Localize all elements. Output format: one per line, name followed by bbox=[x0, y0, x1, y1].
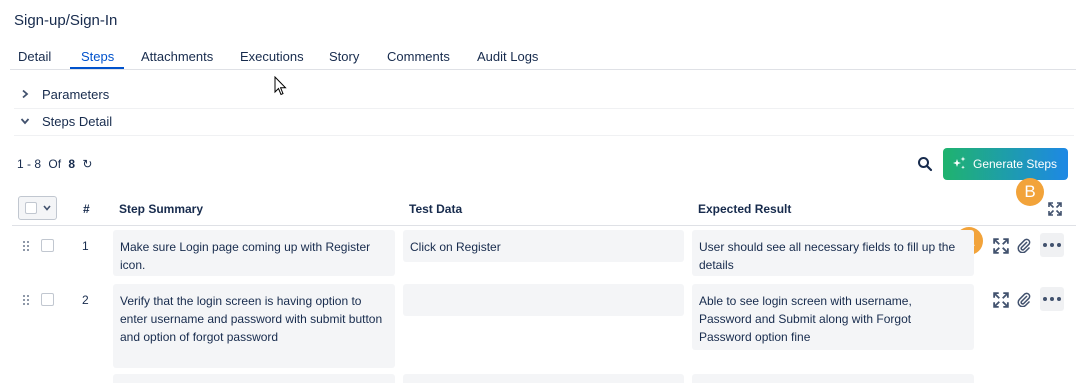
generate-steps-button[interactable]: Generate Steps bbox=[943, 148, 1068, 180]
more-actions-button[interactable] bbox=[1040, 287, 1064, 311]
expected-result-cell[interactable]: Able to see login screen with username, … bbox=[692, 284, 974, 350]
chevron-down-icon bbox=[43, 205, 51, 211]
page-title: Sign-up/Sign-In bbox=[14, 12, 118, 29]
drag-handle-icon[interactable] bbox=[22, 294, 30, 306]
tab-executions[interactable]: Executions bbox=[240, 49, 304, 64]
step-number: 2 bbox=[82, 293, 89, 307]
table-header: # Step Summary Test Data Expected Result bbox=[12, 194, 1076, 226]
expand-row-icon[interactable] bbox=[993, 292, 1009, 308]
step-summary-cell[interactable]: Verify that the login screen is having o… bbox=[113, 284, 395, 368]
expected-result-cell[interactable]: User should see all necessary fields to … bbox=[692, 230, 974, 276]
test-data-cell[interactable]: Click on Register bbox=[403, 230, 684, 262]
steps-detail-label: Steps Detail bbox=[42, 114, 113, 129]
chevron-right-icon bbox=[22, 89, 29, 99]
steps-detail-section-header[interactable]: Steps Detail bbox=[14, 110, 1074, 136]
attachment-icon[interactable] bbox=[1016, 291, 1032, 307]
select-all-dropdown[interactable] bbox=[18, 196, 57, 220]
tab-audit-logs[interactable]: Audit Logs bbox=[477, 49, 538, 64]
tab-bar: Detail Steps Attachments Executions Stor… bbox=[10, 46, 1076, 70]
tab-steps[interactable]: Steps bbox=[81, 49, 114, 64]
chevron-down-icon bbox=[20, 118, 30, 125]
active-tab-indicator bbox=[70, 67, 124, 69]
tab-detail[interactable]: Detail bbox=[18, 49, 51, 64]
generate-steps-label: Generate Steps bbox=[973, 157, 1058, 171]
total-count: 8 bbox=[68, 157, 76, 171]
table-row bbox=[12, 374, 1076, 383]
row-checkbox[interactable] bbox=[41, 239, 54, 252]
step-summary-cell[interactable] bbox=[113, 374, 395, 383]
search-icon[interactable] bbox=[917, 156, 933, 172]
expected-result-cell[interactable] bbox=[692, 374, 974, 383]
test-data-cell[interactable] bbox=[403, 284, 684, 316]
sparkle-icon bbox=[953, 156, 966, 170]
step-number: 1 bbox=[82, 239, 89, 253]
table-row: 1 Make sure Login page coming up with Re… bbox=[12, 230, 1076, 278]
tab-comments[interactable]: Comments bbox=[387, 49, 450, 64]
expand-all-icon[interactable] bbox=[1048, 202, 1062, 216]
select-all-checkbox[interactable] bbox=[25, 202, 37, 214]
attachment-icon[interactable] bbox=[1016, 237, 1032, 253]
refresh-icon[interactable]: ↻ bbox=[82, 157, 92, 171]
parameters-label: Parameters bbox=[42, 87, 110, 102]
more-actions-button[interactable] bbox=[1040, 233, 1064, 257]
column-test-data-header: Test Data bbox=[409, 202, 463, 216]
column-number-header: # bbox=[83, 202, 90, 216]
expand-row-icon[interactable] bbox=[993, 238, 1009, 254]
step-summary-cell[interactable]: Make sure Login page coming up with Regi… bbox=[113, 230, 395, 276]
row-checkbox[interactable] bbox=[41, 293, 54, 306]
tab-story[interactable]: Story bbox=[329, 49, 359, 64]
parameters-section-header[interactable]: Parameters bbox=[14, 83, 1074, 109]
drag-handle-icon[interactable] bbox=[22, 240, 30, 252]
table-row: 2 Verify that the login screen is having… bbox=[12, 284, 1076, 368]
test-data-cell[interactable] bbox=[403, 374, 684, 383]
column-step-summary-header: Step Summary bbox=[119, 202, 204, 216]
tab-attachments[interactable]: Attachments bbox=[141, 49, 213, 64]
column-expected-result-header: Expected Result bbox=[698, 202, 792, 216]
of-text: Of bbox=[48, 157, 62, 171]
range-text: 1 - 8 bbox=[17, 157, 42, 171]
pagination-count: 1 - 8 Of 8 ↻ bbox=[17, 157, 92, 171]
